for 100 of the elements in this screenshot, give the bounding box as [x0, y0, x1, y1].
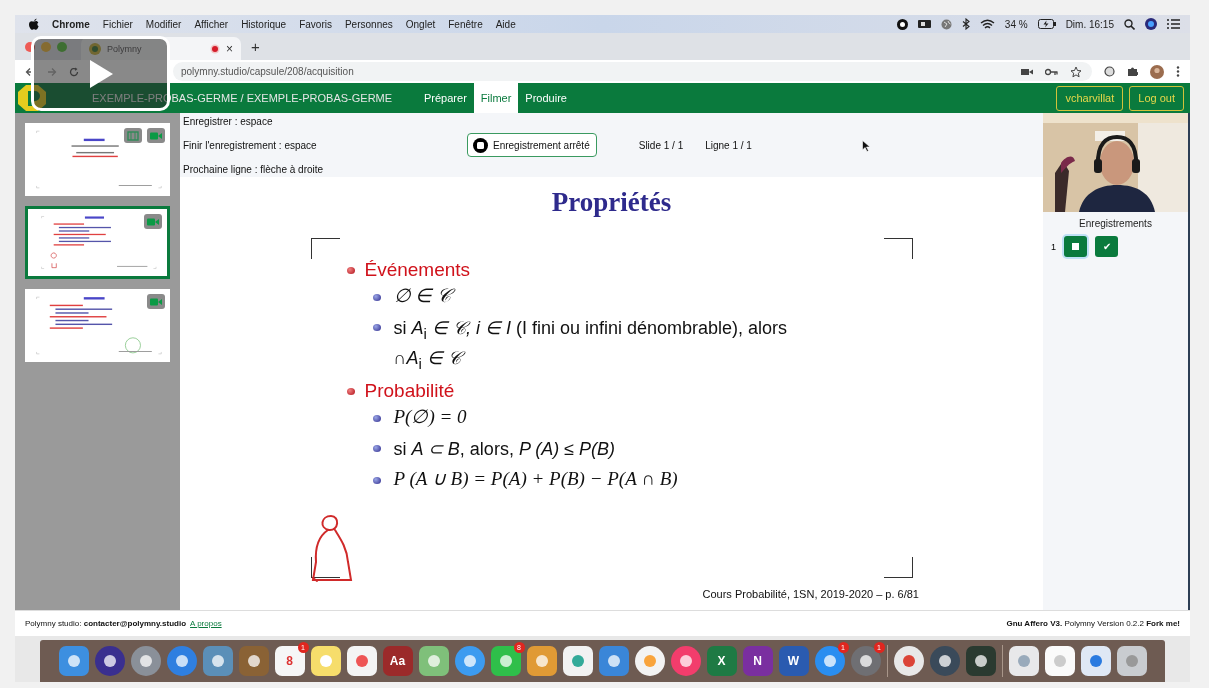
- favicon-icon: [89, 42, 101, 55]
- app-icon[interactable]: [1116, 646, 1147, 676]
- app-icon[interactable]: [94, 646, 125, 676]
- shortcut-hint: Prochaine ligne : flèche à droite: [183, 163, 325, 175]
- app-icon[interactable]: [893, 646, 924, 676]
- wifi-icon[interactable]: [979, 18, 995, 30]
- app-icon[interactable]: [562, 646, 593, 676]
- app-icon[interactable]: Aa: [382, 646, 413, 676]
- logo-icon[interactable]: [18, 85, 46, 111]
- corner-mark: [310, 238, 340, 259]
- stop-icon: [1072, 243, 1079, 250]
- app-icon[interactable]: W: [778, 646, 809, 676]
- slide-footer: Cours Probabilité, 1SN, 2019-2020 – p. 6/81: [180, 588, 1043, 600]
- app-icon[interactable]: [1080, 646, 1111, 676]
- profile-avatar-icon[interactable]: [1150, 64, 1164, 79]
- slide-thumbnail[interactable]: [25, 206, 170, 279]
- bullet-icon: [346, 266, 355, 274]
- url-text: polymny.studio/capsule/208/acquisition: [181, 66, 355, 77]
- slide-heading: Probabilité: [364, 380, 455, 403]
- cursor-icon: [861, 140, 870, 152]
- app-icon[interactable]: [598, 646, 629, 676]
- menu-item[interactable]: Fenêtre: [448, 18, 483, 30]
- menu-item[interactable]: Afficher: [194, 18, 229, 30]
- menu-item[interactable]: Aide: [495, 18, 516, 30]
- app-icon[interactable]: [202, 646, 233, 676]
- list-icon[interactable]: [1167, 19, 1180, 29]
- menu-item[interactable]: Fichier: [102, 18, 133, 30]
- app-icon[interactable]: [929, 646, 960, 676]
- app-icon[interactable]: [526, 646, 557, 676]
- corner-mark: [883, 557, 913, 578]
- video-camera-icon: [150, 296, 162, 307]
- key-icon[interactable]: [1045, 67, 1058, 76]
- video-camera-icon[interactable]: [1021, 67, 1033, 76]
- orb-icon[interactable]: [1145, 18, 1157, 30]
- extension-icon[interactable]: [1104, 66, 1115, 77]
- star-icon[interactable]: [1070, 65, 1082, 78]
- validate-button[interactable]: ✔: [1095, 236, 1118, 257]
- video-camera-icon[interactable]: [917, 19, 931, 29]
- nav-tab[interactable]: Produire: [518, 83, 574, 113]
- app-icon[interactable]: X: [706, 646, 737, 676]
- footer-license: Gnu Affero V3. Polymny Version 0.2.2 Fork me!: [1006, 619, 1180, 628]
- app-icon[interactable]: [310, 646, 341, 676]
- record-icon[interactable]: [896, 18, 908, 30]
- reload-icon[interactable]: [69, 66, 79, 77]
- search-icon[interactable]: [1124, 18, 1135, 30]
- formula: ∅ ∈ 𝒞: [390, 281, 454, 311]
- close-tab-button[interactable]: ×: [226, 41, 233, 56]
- tab-title: Polymny: [107, 43, 143, 54]
- app-icon[interactable]: [1008, 646, 1039, 676]
- app-icon[interactable]: [634, 646, 665, 676]
- browser-tab[interactable]: Polymny ×: [81, 37, 241, 60]
- play-recording-button[interactable]: [1064, 236, 1087, 257]
- app-icon[interactable]: [454, 646, 485, 676]
- app-icon[interactable]: [490, 646, 521, 676]
- app-icon[interactable]: [418, 646, 449, 676]
- menu-item[interactable]: Modifier: [145, 18, 182, 30]
- address-field[interactable]: polymny.studio/capsule/208/acquisition: [173, 62, 1092, 81]
- menu-item[interactable]: Favoris: [299, 18, 332, 30]
- bullet-icon: [372, 477, 381, 485]
- nav-tab[interactable]: Filmer: [473, 83, 519, 113]
- app-icon[interactable]: N: [742, 646, 773, 676]
- nav-tab[interactable]: Préparer: [417, 83, 474, 113]
- formula: P(∅) = 0: [392, 405, 468, 430]
- globe-icon[interactable]: [940, 18, 952, 30]
- menu-item[interactable]: Onglet: [405, 18, 436, 30]
- app-icon[interactable]: [814, 646, 845, 676]
- menu-item[interactable]: Personnes: [344, 18, 393, 30]
- video-camera-icon: [150, 130, 162, 141]
- app-icon[interactable]: [850, 646, 881, 676]
- shortcut-hint: Finir l'enregistrement : espace: [183, 139, 318, 151]
- window-control[interactable]: [25, 41, 35, 52]
- clock[interactable]: Dim. 16:15: [1065, 18, 1114, 30]
- app-icon[interactable]: [1044, 646, 1075, 676]
- apple-icon: [29, 18, 39, 30]
- about-link[interactable]: A propos: [190, 619, 222, 628]
- app-icon[interactable]: [238, 646, 269, 676]
- battery-percentage: 34 %: [1004, 18, 1028, 30]
- bullet-icon: [372, 415, 381, 423]
- app-icon[interactable]: [166, 646, 197, 676]
- film-icon: [127, 130, 139, 141]
- kebab-menu-icon[interactable]: [1176, 66, 1180, 77]
- app-icon[interactable]: [130, 646, 161, 676]
- menu-item[interactable]: Historique: [241, 18, 287, 30]
- footer-contact: Polymny studio: contacter@polymny.studio: [25, 619, 187, 628]
- user-button[interactable]: vcharvillat: [1056, 85, 1124, 111]
- slide-counter: Slide 1 / 1: [638, 139, 684, 151]
- recording-status-button[interactable]: Enregistrement arrêté: [467, 133, 597, 157]
- bluetooth-icon[interactable]: [961, 18, 970, 30]
- app-icon[interactable]: [670, 646, 701, 676]
- app-icon[interactable]: [965, 646, 996, 676]
- bullet-text: si A ⊂ B, alors, P (A) ≤ P(B): [392, 438, 617, 462]
- battery-icon[interactable]: [1037, 19, 1056, 29]
- new-tab-button[interactable]: +: [251, 38, 260, 55]
- logout-button[interactable]: Log out: [1129, 85, 1184, 111]
- app-icon[interactable]: [58, 646, 89, 676]
- bullet-icon: [346, 387, 355, 395]
- formula: P (A ∪ B) = P(A) + P(B) − P(A ∩ B): [392, 467, 679, 492]
- app-menu[interactable]: Chrome: [52, 18, 90, 30]
- puzzle-icon[interactable]: [1127, 66, 1138, 77]
- app-icon[interactable]: [346, 646, 377, 676]
